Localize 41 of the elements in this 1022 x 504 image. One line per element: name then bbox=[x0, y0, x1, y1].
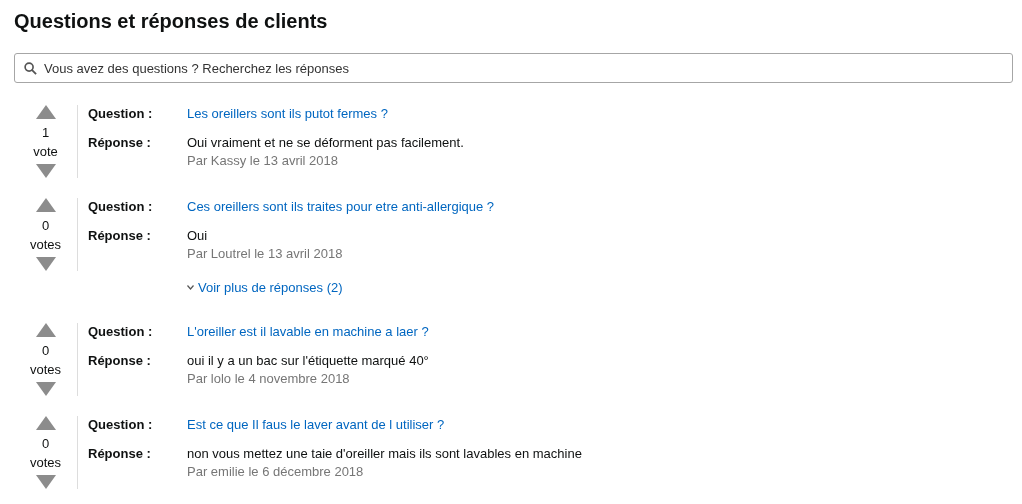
answer-byline: Par lolo le 4 novembre 2018 bbox=[187, 369, 351, 388]
question-label: Question : bbox=[88, 415, 154, 434]
answer-label: Réponse : bbox=[88, 134, 152, 152]
vote-count: 0 bbox=[41, 217, 50, 235]
upvote-button[interactable] bbox=[35, 198, 56, 212]
vote-count: 0 bbox=[41, 434, 50, 453]
answer-text: Oui bbox=[187, 227, 209, 245]
see-more-link[interactable]: Voir plus de réponses (2) bbox=[187, 278, 343, 298]
search-field[interactable]: Vous avez des questions ? Recherchez les réponses bbox=[14, 53, 1013, 83]
vote-label: votes bbox=[29, 453, 62, 472]
page-title: Questions et réponses de clients bbox=[14, 9, 329, 34]
downvote-button[interactable] bbox=[35, 257, 56, 271]
upvote-button[interactable] bbox=[35, 105, 56, 119]
question-label: Question : bbox=[88, 105, 154, 123]
chevron-down-icon bbox=[187, 285, 194, 291]
vote-count: 0 bbox=[41, 341, 50, 360]
downvote-button[interactable] bbox=[35, 474, 56, 489]
downvote-button[interactable] bbox=[35, 381, 56, 396]
answer-text: Oui vraiment et ne se déforment pas facilement. bbox=[187, 134, 464, 152]
upvote-button[interactable] bbox=[35, 322, 56, 337]
question-label: Question : bbox=[88, 198, 154, 216]
question-link[interactable]: Est ce que Il faus le laver avant de l utiliser ? bbox=[187, 415, 445, 434]
downvote-button[interactable] bbox=[35, 164, 56, 178]
question-link[interactable]: L'oreiller est il lavable en machine a laer ? bbox=[187, 322, 429, 341]
answer-text: oui il y a un bac sur l'étiquette marqué 40° bbox=[187, 351, 429, 370]
question-link[interactable]: Ces oreillers sont ils traites pour etre anti-allergique ? bbox=[187, 198, 495, 216]
answer-text: non vous mettez une taie d'oreiller mais ils sont lavables en machine bbox=[187, 444, 582, 463]
answer-byline: Par emilie le 6 décembre 2018 bbox=[187, 462, 365, 481]
upvote-button[interactable] bbox=[35, 415, 56, 430]
answer-label: Réponse : bbox=[88, 227, 152, 245]
vote-count: 1 bbox=[41, 124, 50, 142]
vote-label: votes bbox=[29, 236, 62, 254]
question-label: Question : bbox=[88, 322, 154, 341]
answer-byline: Par Loutrel le 13 avril 2018 bbox=[187, 245, 343, 263]
answer-label: Réponse : bbox=[88, 351, 152, 370]
answer-byline: Par Kassy le 13 avril 2018 bbox=[187, 152, 340, 170]
question-link[interactable]: Les oreillers sont ils putot fermes ? bbox=[187, 105, 388, 123]
answer-label: Réponse : bbox=[88, 444, 152, 463]
search-icon bbox=[24, 62, 37, 75]
vote-label: vote bbox=[33, 143, 58, 161]
vote-label: votes bbox=[29, 360, 62, 379]
